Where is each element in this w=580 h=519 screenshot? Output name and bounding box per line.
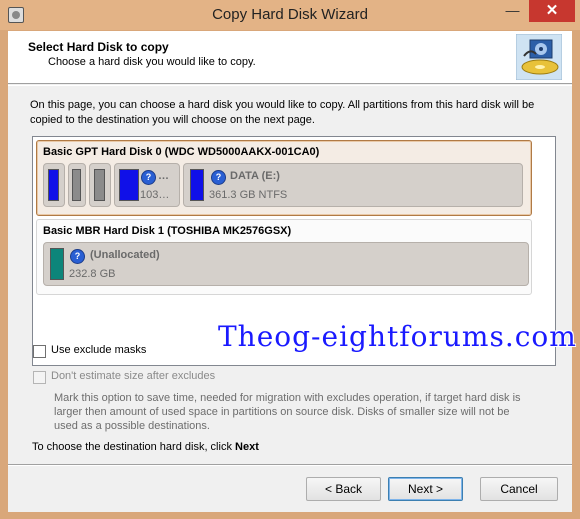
header-subtitle: Choose a hard disk you would like to cop… [48,56,256,68]
wizard-header: Select Hard Disk to copy Choose a hard d… [8,31,572,84]
partition-name: … [158,170,169,182]
next-instruction: To choose the destination hard disk, cli… [32,441,259,453]
partition-bar [72,169,81,201]
partition-block [89,163,111,207]
partition-block [43,163,65,207]
watermark-text: Theog-eightforums.com [218,320,577,353]
partition-block [68,163,86,207]
cancel-button[interactable]: Cancel [480,477,558,501]
disk-item-mbr-1[interactable]: Basic MBR Hard Disk 1 (TOSHIBA MK2576GSX… [36,219,532,295]
next-instruction-bold: Next [235,441,259,453]
header-title: Select Hard Disk to copy [28,40,169,54]
back-button[interactable]: < Back [306,477,381,501]
partition-block-unallocated: ? (Unallocated) 232.8 GB [43,242,529,286]
help-icon: ? [141,170,156,185]
next-instruction-text: To choose the destination hard disk, cli… [32,441,232,453]
partition-bar [94,169,105,201]
disk-copy-logo-icon [516,34,562,80]
partition-size: 103… [140,189,170,201]
minimize-button[interactable]: — [498,0,527,22]
next-button[interactable]: Next > [388,477,463,501]
partition-size: 361.3 GB NTFS [209,189,288,201]
disk-title: Basic MBR Hard Disk 1 (TOSHIBA MK2576GSX… [43,225,292,237]
partition-bar [119,169,139,201]
wizard-client-area: Select Hard Disk to copy Choose a hard d… [8,31,572,512]
help-icon: ? [70,249,85,264]
partition-name: (Unallocated) [90,249,160,261]
partition-block-data: ? DATA (E:) 361.3 GB NTFS [183,163,523,207]
dont-estimate-label[interactable]: Don't estimate size after excludes [51,370,215,382]
disk-title: Basic GPT Hard Disk 0 (WDC WD5000AAKX-00… [43,146,320,158]
partition-bar [48,169,59,201]
wizard-window: Copy Hard Disk Wizard — ✕ Select Hard Di… [0,0,580,519]
intro-text: On this page, you can choose a hard disk… [30,99,535,126]
header-separator [8,85,572,86]
partition-bar [190,169,204,201]
disk-item-gpt-0[interactable]: Basic GPT Hard Disk 0 (WDC WD5000AAKX-00… [36,140,532,216]
partition-block: ? … 103… [114,163,180,207]
partition-name: DATA (E:) [230,170,280,182]
partition-size: 232.8 GB [69,268,116,280]
option-hint-text: Mark this option to save time, needed fo… [54,392,521,432]
help-icon: ? [211,170,226,185]
close-button[interactable]: ✕ [529,0,575,22]
window-title: Copy Hard Disk Wizard [212,6,368,23]
exclude-masks-label[interactable]: Use exclude masks [51,344,146,356]
partition-bar [50,248,64,280]
title-bar: Copy Hard Disk Wizard — ✕ [0,0,580,30]
dont-estimate-checkbox[interactable] [33,371,46,384]
footer-separator-highlight [8,465,572,466]
exclude-masks-checkbox[interactable] [33,345,46,358]
